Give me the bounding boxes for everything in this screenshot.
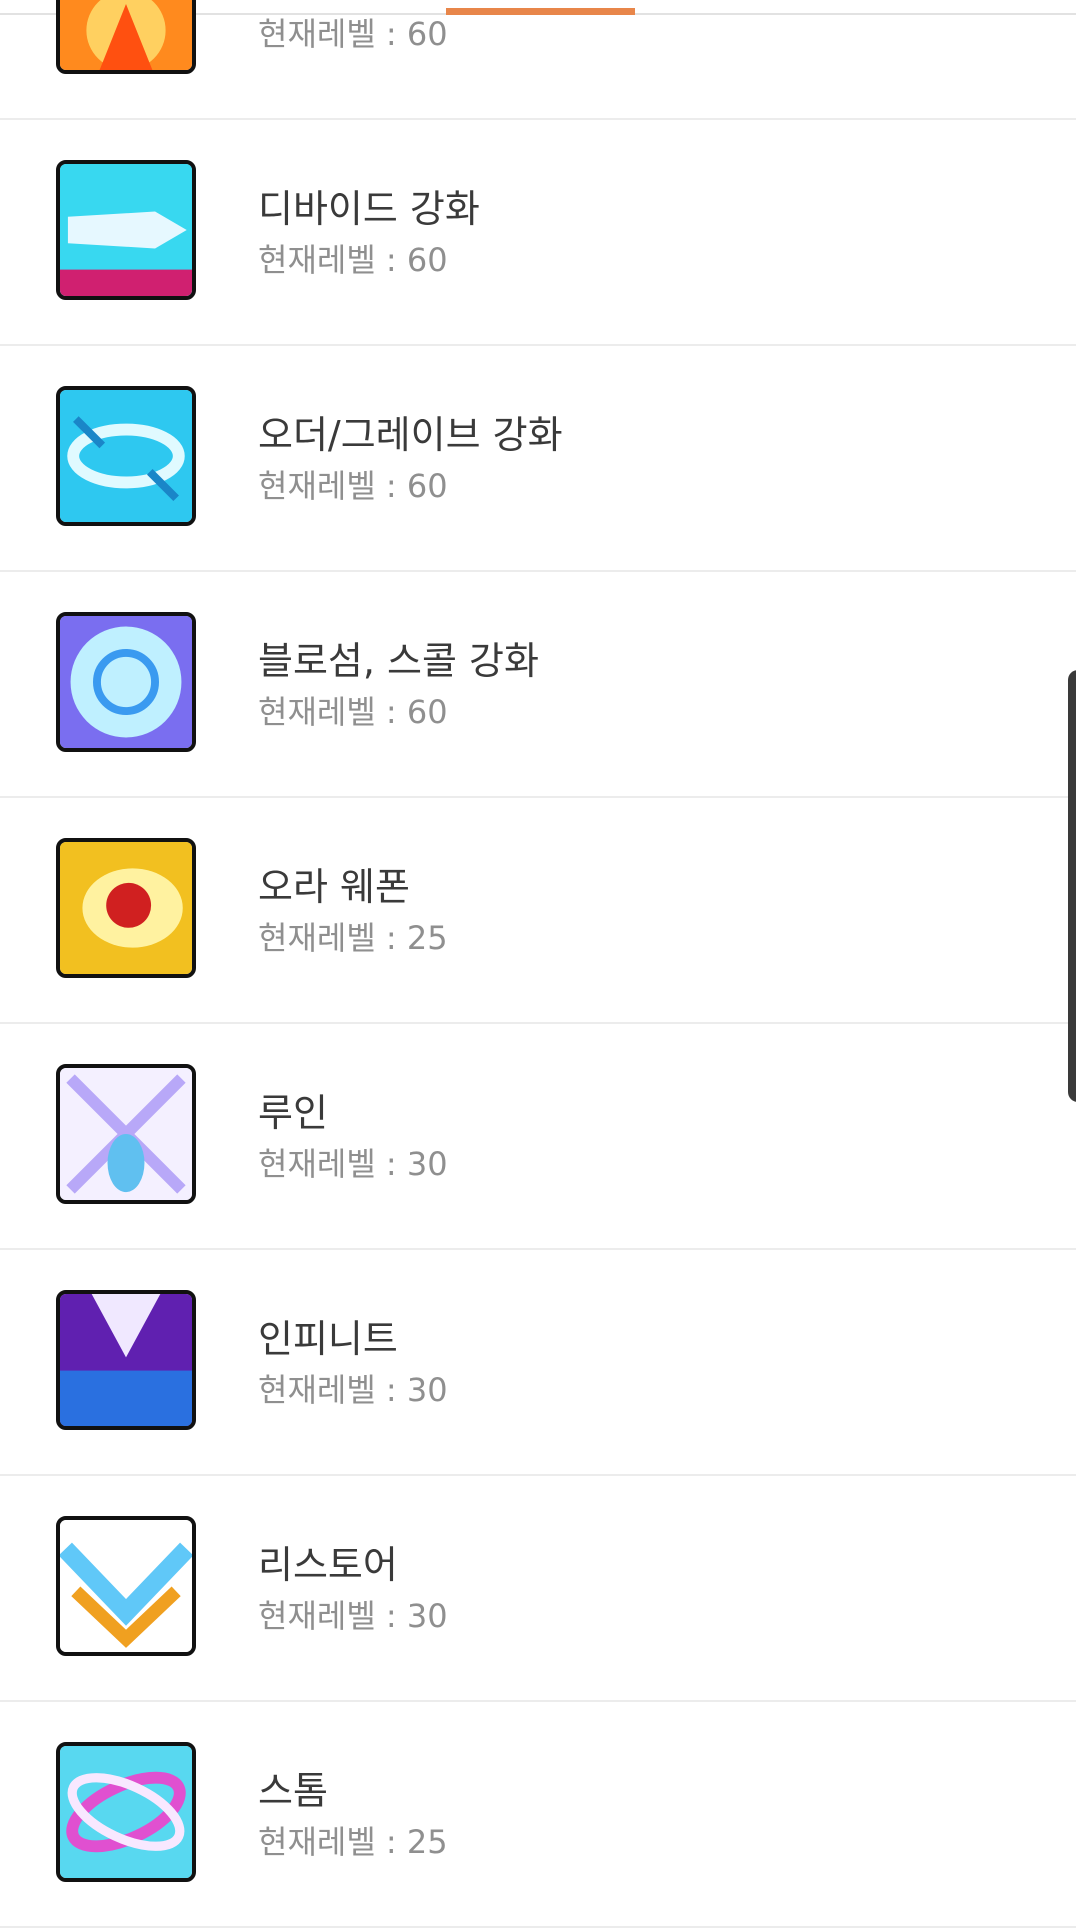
icon-art <box>60 164 192 296</box>
blossom-squall-skill-icon <box>56 612 196 752</box>
skill-title: 오더/그레이브 강화 <box>258 413 563 457</box>
infinite-skill-icon <box>56 1290 196 1430</box>
skill-level: 현재레벨 : 60 <box>258 467 448 505</box>
skill-level: 현재레벨 : 60 <box>258 15 448 53</box>
icon-art <box>60 1520 192 1652</box>
skill-row-aura-weapon[interactable]: 오라 웨폰 현재레벨 : 25 <box>0 798 1076 1024</box>
icon-art <box>60 1746 192 1878</box>
icon-art <box>60 0 192 70</box>
skill-row-divide[interactable]: 디바이드 강화 현재레벨 : 60 <box>0 120 1076 346</box>
divide-skill-icon <box>56 160 196 300</box>
icon-art <box>60 1068 192 1200</box>
icon-art <box>60 842 192 974</box>
skill-level: 현재레벨 : 25 <box>258 919 448 957</box>
restore-skill-icon <box>56 1516 196 1656</box>
icon-art <box>60 616 192 748</box>
ruin-skill-icon <box>56 1064 196 1204</box>
skill-level: 현재레벨 : 30 <box>258 1145 448 1183</box>
storm-skill-icon <box>56 1742 196 1882</box>
skill-level: 현재레벨 : 30 <box>258 1597 448 1635</box>
skill-row-ruin[interactable]: 루인 현재레벨 : 30 <box>0 1024 1076 1250</box>
order-grave-skill-icon <box>56 386 196 526</box>
skill-level: 현재레벨 : 25 <box>258 1823 448 1861</box>
skill-level: 현재레벨 : 60 <box>258 241 448 279</box>
skill-row-restore[interactable]: 리스토어 현재레벨 : 30 <box>0 1476 1076 1702</box>
skill-row-storm[interactable]: 스톰 현재레벨 : 25 <box>0 1702 1076 1928</box>
skill-title: 루인 <box>258 1091 328 1135</box>
skill-title: 스톰 <box>258 1769 328 1813</box>
skill-row-blossom-squall[interactable]: 블로섬, 스콜 강화 현재레벨 : 60 <box>0 572 1076 798</box>
skill-title: 인피니트 <box>258 1317 398 1361</box>
skill-row-fire[interactable]: 현재레벨 : 60 <box>0 0 1076 120</box>
skill-level: 현재레벨 : 60 <box>258 693 448 731</box>
skill-title: 리스토어 <box>258 1543 398 1587</box>
aura-weapon-skill-icon <box>56 838 196 978</box>
icon-art <box>60 1294 192 1426</box>
skill-title: 디바이드 강화 <box>258 187 480 231</box>
skill-title: 오라 웨폰 <box>258 865 410 909</box>
skill-level: 현재레벨 : 30 <box>258 1371 448 1409</box>
skill-row-infinite[interactable]: 인피니트 현재레벨 : 30 <box>0 1250 1076 1476</box>
skill-title: 블로섬, 스콜 강화 <box>258 639 539 683</box>
fire-skill-icon <box>56 0 196 74</box>
skill-row-order-grave[interactable]: 오더/그레이브 강화 현재레벨 : 60 <box>0 346 1076 572</box>
scrollbar-thumb[interactable] <box>1068 670 1076 1102</box>
icon-art <box>60 390 192 522</box>
